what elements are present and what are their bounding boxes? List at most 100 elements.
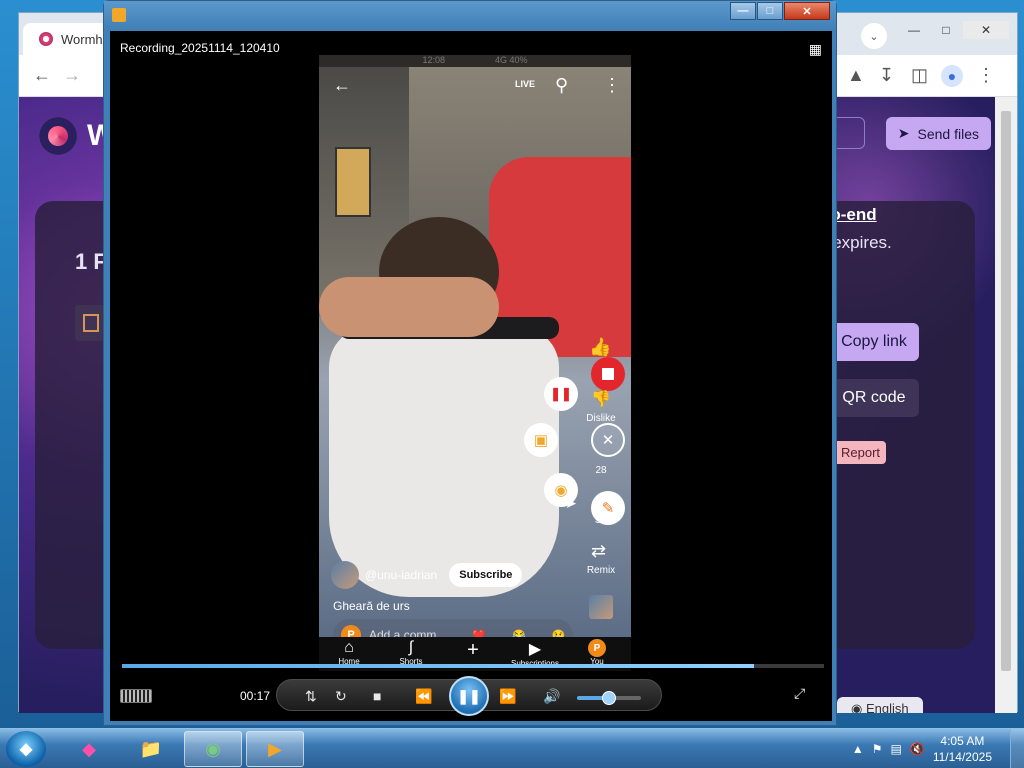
video-caption: Gheară de urs	[333, 599, 410, 613]
folder-icon: 📁	[139, 738, 163, 759]
nav-create[interactable]: +	[443, 639, 503, 662]
person-arm	[319, 277, 499, 337]
mouse-cursor-icon: ➤	[565, 495, 577, 511]
volume-slider[interactable]	[577, 691, 641, 705]
wormhole-app-icon: ◆	[82, 738, 96, 759]
show-desktop-button[interactable]	[1010, 729, 1024, 768]
video-scene	[319, 67, 631, 637]
status-time: 12:08	[422, 55, 445, 65]
volume-icon[interactable]: 🔊	[543, 688, 560, 705]
switch-to-library-icon[interactable]: ▦	[809, 41, 822, 58]
nav-home[interactable]: ⌂ Home	[319, 639, 379, 666]
toilet-image	[329, 327, 559, 597]
seek-bar[interactable]	[122, 664, 824, 668]
taskbar-app-wormhole[interactable]: ◆	[60, 731, 118, 767]
action-center-flag-icon[interactable]: ⚑	[872, 742, 883, 756]
dislike-label: Dislike	[586, 413, 616, 424]
previous-icon[interactable]: ⏪	[415, 688, 432, 705]
browser-app-icon: ◉	[205, 738, 221, 759]
you-avatar: P	[588, 639, 606, 657]
player-app-icon	[112, 8, 126, 22]
network-icon[interactable]: ▤	[891, 742, 902, 756]
phone-status-bar: 12:08 4G 40%	[319, 55, 631, 67]
media-player-icon: ▶	[268, 738, 282, 759]
menu-kebab-icon[interactable]: ⋮	[977, 65, 995, 86]
channel-avatar[interactable]	[331, 561, 359, 589]
player-window-controls: — □ ✕	[730, 2, 830, 20]
player-close-button[interactable]: ✕	[784, 2, 830, 20]
remix-icon[interactable]: ⇄	[591, 541, 606, 562]
player-controls: 00:17 ⇅ ↻ ■ ⏪ ❚❚ ⏩ 🔊 ⤢	[110, 675, 832, 719]
stop-recording-button[interactable]	[591, 357, 625, 391]
repeat-icon[interactable]: ↻	[335, 688, 347, 705]
start-button[interactable]: ◆	[6, 731, 46, 767]
send-files-button[interactable]: ➤ Send files	[885, 117, 991, 150]
volume-muted-icon[interactable]: 🔇	[910, 742, 925, 756]
show-hidden-icons[interactable]: ▲	[852, 742, 864, 756]
video-viewport[interactable]: Recording_20251114_120410 ▦ 12:08 4G 40%	[110, 31, 832, 721]
browser-tab[interactable]: Wormh	[23, 23, 109, 55]
shuffle-icon[interactable]: ⇅	[305, 688, 317, 705]
fullscreen-icon[interactable]: ⤢	[794, 685, 805, 702]
browser-maximize-button[interactable]: □	[931, 21, 961, 39]
channel-row: @unu-iadrian Subscribe	[331, 561, 523, 589]
taskbar-app-browser[interactable]: ◉	[184, 731, 242, 767]
channel-handle[interactable]: @unu-iadrian	[365, 568, 437, 582]
pause-recording-button[interactable]: ❚❚	[544, 377, 578, 411]
search-icon[interactable]: ⚲	[555, 75, 568, 96]
status-right: 4G 40%	[495, 55, 528, 65]
volume-knob[interactable]	[602, 691, 616, 705]
close-overlay-button[interactable]: ✕	[591, 423, 625, 457]
download-icon[interactable]: ↧	[879, 65, 894, 86]
phone-recording-frame: 12:08 4G 40% ← LIVE ⚲ ⋮ 👍 ❚❚ 👎 Dislike ▣…	[319, 55, 631, 671]
send-files-label: Send files	[917, 125, 979, 142]
seek-bar-fill	[122, 664, 754, 668]
page-scrollbar[interactable]	[995, 97, 1017, 713]
subscribe-button[interactable]: Subscribe	[449, 563, 523, 587]
taskbar-app-explorer[interactable]: 📁	[122, 731, 180, 767]
system-tray: ▲ ⚑ ▤ 🔇 4:05 AM 11/14/2025	[852, 729, 992, 768]
screenshot-button[interactable]: ▣	[524, 423, 558, 457]
language-selector[interactable]: ◉ English	[837, 697, 923, 713]
tab-dropdown-button[interactable]: ⌄	[861, 23, 887, 49]
browser-minimize-button[interactable]: —	[899, 21, 929, 39]
comments-count: 28	[595, 465, 607, 476]
browser-tab-title: Wormh	[61, 31, 103, 47]
dislike-icon[interactable]: 👎	[591, 389, 611, 409]
send-icon: ➤	[897, 125, 910, 141]
wormhole-logo-icon	[39, 117, 77, 155]
shorts-icon: ∫	[408, 639, 414, 656]
browser-window-controls: — □ ✕	[899, 21, 1009, 39]
back-icon[interactable]: ←	[333, 75, 351, 96]
profile-avatar-icon[interactable]: ●	[941, 65, 963, 87]
next-icon[interactable]: ⏩	[499, 688, 516, 705]
extensions-icon[interactable]: ▲	[847, 65, 865, 86]
clock-time: 4:05 AM	[940, 734, 985, 748]
back-arrow-icon[interactable]: ←	[33, 65, 51, 86]
player-maximize-button[interactable]: □	[757, 2, 783, 20]
forward-arrow-icon[interactable]: →	[63, 65, 81, 86]
windows-taskbar: ◆ ◆ 📁 ◉ ▶ ▲ ⚑ ▤ 🔇 4:05 AM 11/14/2025	[0, 728, 1024, 768]
live-icon[interactable]: LIVE	[515, 79, 535, 89]
sidebar-icon[interactable]: ◫	[911, 65, 928, 86]
language-label: English	[865, 701, 909, 713]
browser-close-button[interactable]: ✕	[963, 21, 1009, 39]
view-mode-grip-icon[interactable]	[120, 689, 152, 703]
pause-button[interactable]: ❚❚	[449, 676, 489, 716]
recording-filename: Recording_20251114_120410	[120, 41, 280, 55]
like-icon[interactable]: 👍	[589, 337, 611, 358]
home-icon: ⌂	[344, 639, 354, 656]
stop-icon[interactable]: ■	[373, 688, 381, 704]
sound-avatar[interactable]	[589, 595, 613, 619]
media-player-window: — □ ✕ Recording_20251114_120410 ▦ 12:08 …	[103, 0, 837, 726]
share-label: Sh	[594, 515, 608, 526]
plus-icon: +	[467, 639, 479, 661]
wormhole-favicon-icon	[39, 32, 53, 46]
nav-you[interactable]: P You	[567, 639, 627, 666]
taskbar-app-media-player[interactable]: ▶	[246, 731, 304, 767]
player-minimize-button[interactable]: —	[730, 2, 756, 20]
system-clock[interactable]: 4:05 AM 11/14/2025	[933, 733, 992, 765]
player-titlebar[interactable]: — □ ✕	[104, 1, 836, 31]
more-options-icon[interactable]: ⋮	[603, 75, 621, 96]
nav-shorts[interactable]: ∫ Shorts	[381, 639, 441, 666]
